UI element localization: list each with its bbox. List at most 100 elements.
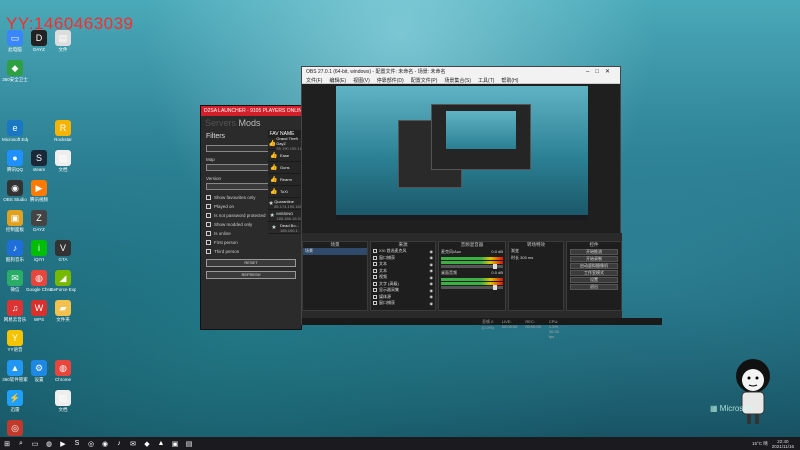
thumbs-up-icon[interactable]: 👍 (268, 188, 280, 195)
eye-icon[interactable]: ◉ (430, 255, 434, 260)
volume-slider[interactable] (441, 264, 503, 269)
browser-icon[interactable]: ◍ (44, 439, 54, 449)
desktop-icon[interactable]: Y YY语音 (2, 330, 28, 352)
desktop-icon[interactable]: i iQIYI (26, 240, 52, 262)
tab-servers[interactable]: Servers (205, 118, 236, 128)
desktop-icon[interactable]: R Rockstar (50, 120, 76, 142)
start-button[interactable]: ⊞ (2, 439, 12, 449)
filter-checkbox[interactable]: Third person (206, 248, 296, 255)
thumbs-up-icon[interactable]: 👍 (268, 152, 280, 159)
obs-preview[interactable] (336, 86, 588, 220)
refresh-button[interactable]: REFRESH (206, 271, 296, 279)
file-icon[interactable]: ▤ (184, 439, 194, 449)
checkbox-box[interactable] (206, 249, 211, 254)
app-icon[interactable]: ◆ (142, 439, 152, 449)
eye-icon[interactable]: ◉ (430, 249, 434, 254)
desktop-icon[interactable]: ◍ Chrome (50, 360, 76, 382)
menu-item[interactable]: 帮助(H) (501, 77, 518, 84)
clock[interactable]: 22:40 2021/11/16 (772, 439, 794, 449)
volume-slider[interactable] (441, 285, 503, 290)
control-button[interactable]: 退出 (570, 284, 618, 290)
app-icon[interactable]: ▣ (170, 439, 180, 449)
server-row[interactable]: ★ MISSING 185.186.19.34 (268, 210, 302, 222)
desktop-icon[interactable]: eMicrosoft Edge (2, 120, 28, 142)
server-row[interactable]: 👍 Ease (268, 150, 302, 162)
menu-item[interactable]: 工具(T) (478, 77, 494, 84)
server-row[interactable]: 👍 Guns (268, 162, 302, 174)
control-button[interactable]: 开始推流 (570, 249, 618, 255)
desktop-icon[interactable]: ⚡ 迅雷 (2, 390, 28, 412)
desktop-icon[interactable]: ♪ 酷狗音乐 (2, 240, 28, 262)
eye-icon[interactable]: ◉ (430, 262, 434, 267)
desktop-icon[interactable]: ◆ 360安全卫士 (2, 60, 28, 82)
steam-icon[interactable]: S (72, 439, 82, 449)
desktop-icon[interactable]: ▤ 文档 (50, 150, 76, 172)
desktop-icon[interactable]: ✉ 微信 (2, 270, 28, 292)
control-button[interactable]: 工作室模式 (570, 270, 618, 276)
reset-button[interactable]: RESET (206, 259, 296, 267)
thumbs-up-icon[interactable]: 👍 (268, 140, 276, 147)
checkbox-box[interactable] (206, 213, 211, 218)
media-icon[interactable]: ▶ (58, 439, 68, 449)
music-icon[interactable]: ♪ (114, 439, 124, 449)
thumbs-up-icon[interactable]: 👍 (268, 176, 280, 183)
menu-item[interactable]: 编辑(E) (329, 77, 346, 84)
desktop-icon[interactable]: ● 腾讯QQ (2, 150, 28, 172)
desktop-icon[interactable]: ▶ 腾讯视频 (26, 180, 52, 202)
chat-icon[interactable]: ✉ (128, 439, 138, 449)
eye-icon[interactable]: ◉ (430, 294, 434, 299)
mixer-db: 0.0 dB (491, 270, 503, 275)
eye-icon[interactable]: ◉ (430, 281, 434, 286)
menu-item[interactable]: 停靠部件(D) (377, 77, 404, 84)
tab-mods[interactable]: Mods (239, 118, 261, 128)
control-button[interactable]: 开始录制 (570, 256, 618, 262)
desktop-icon[interactable]: Z DAYZ (26, 210, 52, 232)
desktop-icon[interactable]: ◉ OBS Studio (2, 180, 28, 202)
desktop-icon[interactable]: V GTA (50, 240, 76, 262)
app-icon[interactable]: ◎ (86, 439, 96, 449)
checkbox-box[interactable] (206, 204, 211, 209)
eye-icon[interactable]: ◉ (430, 275, 434, 280)
desktop-icon[interactable]: Ssteam (26, 150, 52, 172)
task-view-icon[interactable]: ▭ (30, 439, 40, 449)
star-icon[interactable]: ★ (268, 212, 276, 219)
server-row[interactable]: ★ Quarantine 85.174.190.165 (268, 198, 302, 210)
server-row[interactable]: 👍 Grand Theft DayZ 85.190.155.18 (268, 136, 302, 151)
app-icon[interactable]: ▲ (156, 439, 166, 449)
server-row[interactable]: 👍 ToXi (268, 186, 302, 198)
control-button[interactable]: 设置 (570, 277, 618, 283)
menu-item[interactable]: 视图(V) (353, 77, 370, 84)
server-row[interactable]: 👍 Rearm (268, 174, 302, 186)
source-item[interactable]: 窗口捕获 ◉ (371, 300, 435, 307)
menu-item[interactable]: 配置文件(P) (411, 77, 438, 84)
control-button[interactable]: 启动虚拟摄像机 (570, 263, 618, 269)
checkbox-box[interactable] (206, 195, 211, 200)
star-icon[interactable]: ★ (268, 224, 280, 231)
menu-item[interactable]: 场景集合(S) (444, 77, 471, 84)
desktop-icon[interactable]: ♫ 网易云音乐 (2, 300, 28, 322)
checkbox-box[interactable] (206, 222, 211, 227)
eye-icon[interactable]: ◉ (430, 268, 434, 273)
search-icon[interactable]: ⌕ (16, 439, 26, 449)
filter-checkbox[interactable]: First person (206, 239, 296, 246)
desktop-icon[interactable]: ◢GeForce Experience (50, 270, 76, 292)
thumbs-up-icon[interactable]: 👍 (268, 164, 280, 171)
window-controls[interactable]: –□✕ (586, 68, 616, 75)
eye-icon[interactable]: ◉ (430, 301, 434, 306)
desktop-icon[interactable]: W WPS (26, 300, 52, 322)
eye-icon[interactable]: ◉ (430, 288, 434, 293)
scene-item[interactable]: 场景 (303, 248, 367, 255)
desktop-icon[interactable]: ▰ 文件夹 (50, 300, 76, 322)
desktop-icon[interactable]: ▤ 文档 (50, 390, 76, 412)
menu-item[interactable]: 文件(F) (306, 77, 322, 84)
desktop-icon[interactable]: ▲ 360软件管家 (2, 360, 28, 382)
checkbox-box[interactable] (206, 231, 211, 236)
checkbox-box[interactable] (206, 240, 211, 245)
desktop-icon[interactable]: ⚙ 设置 (26, 360, 52, 382)
desktop-icon[interactable]: ◍Google Chrome (26, 270, 52, 292)
server-row[interactable]: ★ Dead Bo... 185.190.1 (268, 222, 302, 234)
obs-icon[interactable]: ◉ (100, 439, 110, 449)
duration-input[interactable]: 300 ms (520, 255, 533, 260)
weather-widget[interactable]: 15°C 晴 (752, 441, 768, 447)
desktop-icon[interactable]: ▣ 控制面板 (2, 210, 28, 232)
